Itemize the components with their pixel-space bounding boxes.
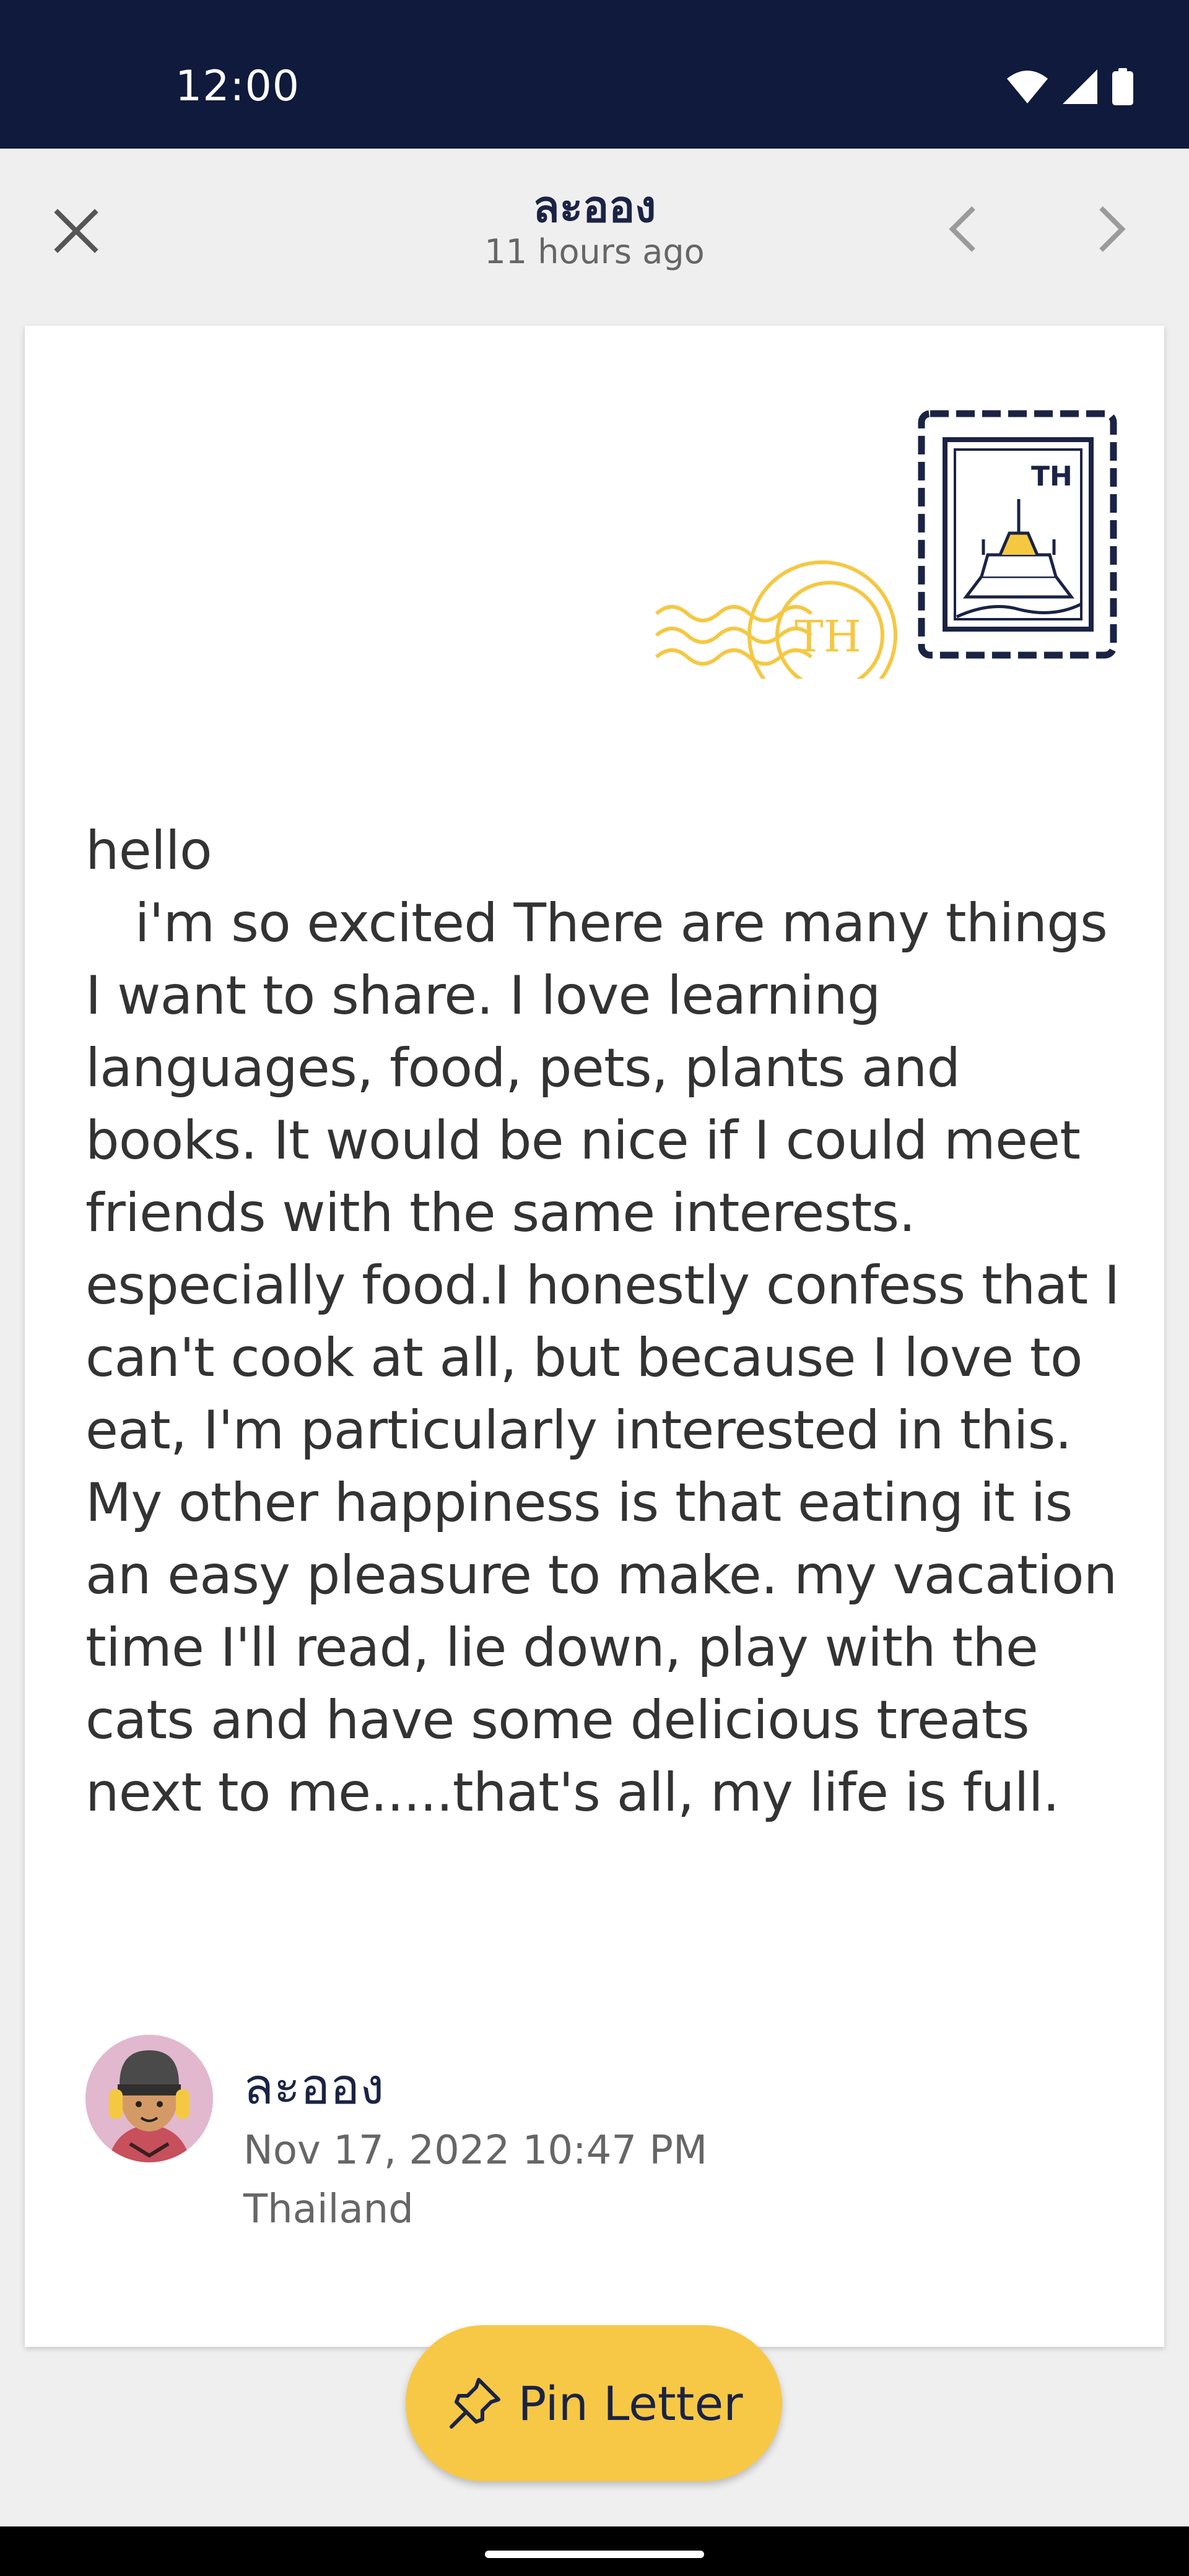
chevron-left-icon [949, 206, 975, 252]
author-date: Nov 17, 2022 10:47 PM [243, 2128, 708, 2174]
letter-card: TH TH hello i'm so excited There are man… [25, 326, 1164, 2347]
pin-letter-button[interactable]: Pin Letter [406, 2325, 782, 2481]
letter-body: hello i'm so excited There are many thin… [85, 820, 1120, 1824]
signal-icon [1063, 69, 1097, 107]
next-letter-button[interactable] [1081, 192, 1143, 266]
stamp-icon: TH TH [655, 410, 1117, 679]
status-bar: 12:00 [0, 0, 1189, 149]
pin-icon [449, 2378, 500, 2429]
wifi-icon [1007, 70, 1048, 107]
previous-letter-button[interactable] [932, 192, 994, 266]
author-info: ละออง Nov 17, 2022 10:47 PM Thailand [85, 2035, 1132, 2258]
letter-header: ละออง 11 hours ago [0, 149, 1189, 322]
author-country: Thailand [243, 2187, 414, 2232]
status-time: 12:00 [175, 62, 300, 111]
avatar[interactable] [85, 2035, 213, 2162]
status-icons [1007, 68, 1133, 108]
pin-letter-label: Pin Letter [518, 2375, 743, 2431]
header-subtitle: 11 hours ago [484, 232, 705, 271]
battery-icon [1112, 68, 1133, 108]
header-title: ละออง [533, 181, 656, 232]
home-indicator[interactable] [485, 2551, 704, 2558]
author-name: ละออง [243, 2058, 385, 2115]
chevron-right-icon [1099, 206, 1126, 252]
stamp-code: TH [1031, 461, 1073, 492]
postmark-code: TH [795, 611, 861, 662]
